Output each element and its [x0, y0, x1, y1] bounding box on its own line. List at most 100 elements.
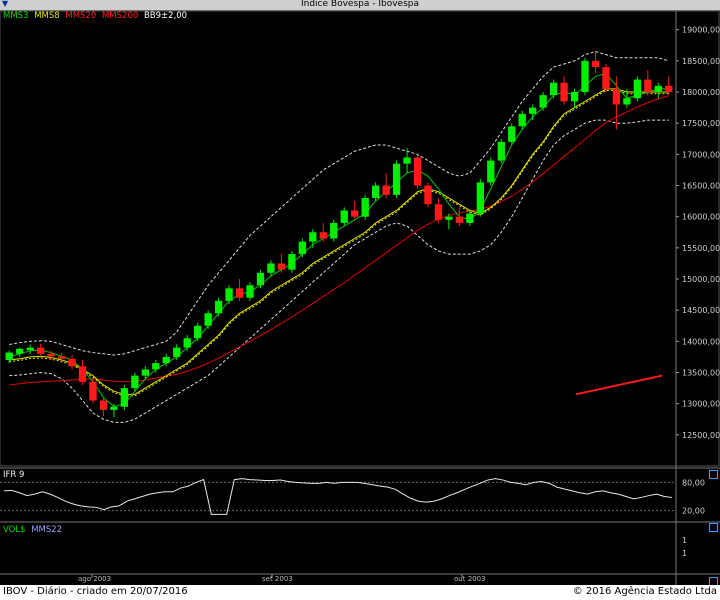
- candle-body: [5, 352, 13, 361]
- candle-body: [392, 163, 401, 195]
- legend-mms8: MMS8: [34, 11, 60, 21]
- candle-body: [78, 366, 87, 382]
- x-label-ago: ago 2003: [78, 575, 112, 583]
- bollinger-lower-line: [9, 119, 669, 423]
- legend-mms3: MMS3: [3, 11, 29, 21]
- candle-body: [173, 347, 181, 357]
- candle-body: [361, 197, 369, 217]
- candle-body: [68, 358, 76, 367]
- candle-body: [277, 263, 286, 270]
- candle-body: [288, 254, 296, 270]
- candle-body: [633, 79, 642, 99]
- footer-right: © 2016 Agência Estado Ltda: [572, 586, 717, 597]
- candle-body: [340, 210, 348, 223]
- candle-body: [120, 388, 129, 407]
- y-tick-label: 18000,00: [682, 88, 720, 97]
- vol-ma-label: MMS22: [31, 525, 63, 535]
- y-tick-label: 17000,00: [682, 150, 720, 159]
- vol-label: VOL$: [3, 525, 26, 535]
- bollinger-upper-line: [9, 50, 669, 356]
- candle-body: [581, 60, 589, 93]
- candle-body: [570, 92, 579, 102]
- candle-body: [455, 216, 464, 223]
- x-label-set: set 2003: [262, 575, 293, 583]
- candle-body: [665, 85, 673, 93]
- candle-body: [16, 348, 24, 354]
- expand-vol-icon[interactable]: [709, 523, 718, 532]
- candle-body: [654, 85, 662, 93]
- candle-body: [602, 67, 610, 89]
- candle-body: [413, 157, 422, 186]
- candle-body: [644, 79, 652, 93]
- candle-body: [319, 232, 327, 239]
- footer: IBOV - Diário - criado em 20/07/2016 © 2…: [0, 585, 720, 600]
- candle-body: [424, 185, 432, 205]
- candle-body: [560, 82, 568, 102]
- x-label-out: out 2003: [454, 575, 486, 583]
- candle-body: [445, 216, 453, 220]
- candle-body: [508, 126, 516, 142]
- candle-body: [57, 356, 66, 359]
- y-tick-label: 12500,00: [682, 431, 720, 440]
- candle-body: [26, 347, 34, 351]
- y-tick-label: 18500,00: [682, 57, 720, 66]
- candle-body: [47, 353, 55, 357]
- candle-body: [382, 185, 390, 195]
- candle-body: [539, 95, 547, 108]
- expand-ifr-icon[interactable]: [709, 470, 718, 479]
- y-tick-label: 14000,00: [682, 337, 720, 346]
- candle-body: [298, 241, 307, 255]
- candle-body: [497, 141, 505, 161]
- ma3-line: [9, 72, 669, 408]
- ifr-line: [3, 478, 673, 515]
- vol-tick-label: 1: [682, 549, 687, 558]
- candle-body: [214, 300, 223, 314]
- candle-body: [529, 107, 537, 114]
- ma8-dash-line: [9, 89, 669, 397]
- candle-body: [487, 160, 495, 183]
- y-tick-label: 14500,00: [682, 306, 720, 315]
- candle-body: [246, 285, 254, 298]
- candle-body: [612, 88, 621, 105]
- candle-body: [36, 347, 45, 354]
- legend-mms20: MMS20: [65, 11, 97, 21]
- ma20-line: [9, 95, 669, 386]
- candle-body: [371, 185, 380, 198]
- trendline: [575, 374, 663, 396]
- y-tick-label: 16500,00: [682, 182, 720, 191]
- candle-body: [162, 356, 170, 364]
- candle-body: [309, 232, 317, 242]
- price-chart: 12500,00 13000,00 13500,00 14000,00 14500,00…: [0, 10, 720, 585]
- candle-body: [152, 363, 160, 370]
- candle-body: [89, 381, 97, 401]
- candle-body: [131, 375, 139, 389]
- candle-body: [141, 369, 149, 376]
- ifr-level-label: 20,00: [682, 507, 705, 516]
- candle-body: [267, 263, 275, 273]
- vol-tick-label: 1: [682, 536, 687, 545]
- candle-body: [225, 288, 233, 301]
- main-legend: MMS3 MMS8 MMS20 MMS200 BB9±2,00: [3, 11, 187, 21]
- y-tick-label: 15500,00: [682, 244, 720, 253]
- candle-body: [110, 406, 118, 410]
- ifr-level-label: 80,00: [682, 478, 705, 487]
- candle-body: [330, 222, 338, 239]
- ma8-line: [9, 88, 669, 395]
- candle-body: [623, 98, 631, 105]
- y-tick-label: 17500,00: [682, 119, 720, 128]
- candle-body: [194, 325, 202, 339]
- candle-body: [204, 313, 212, 326]
- vol-legend: VOL$ MMS22: [3, 525, 62, 535]
- legend-mms200: MMS200: [101, 11, 139, 21]
- candle-body: [549, 82, 558, 96]
- y-tick-label: 19000,00: [682, 26, 720, 35]
- y-tick-label: 13500,00: [682, 369, 720, 378]
- candle-body: [591, 60, 600, 68]
- candle-body: [99, 400, 108, 410]
- legend-bb: BB9±2,00: [143, 11, 188, 21]
- y-tick-label: 16000,00: [682, 213, 720, 222]
- candle-body: [466, 213, 474, 223]
- candle-body: [403, 157, 411, 164]
- y-tick-label: 13000,00: [682, 400, 720, 409]
- candle-body: [351, 210, 359, 217]
